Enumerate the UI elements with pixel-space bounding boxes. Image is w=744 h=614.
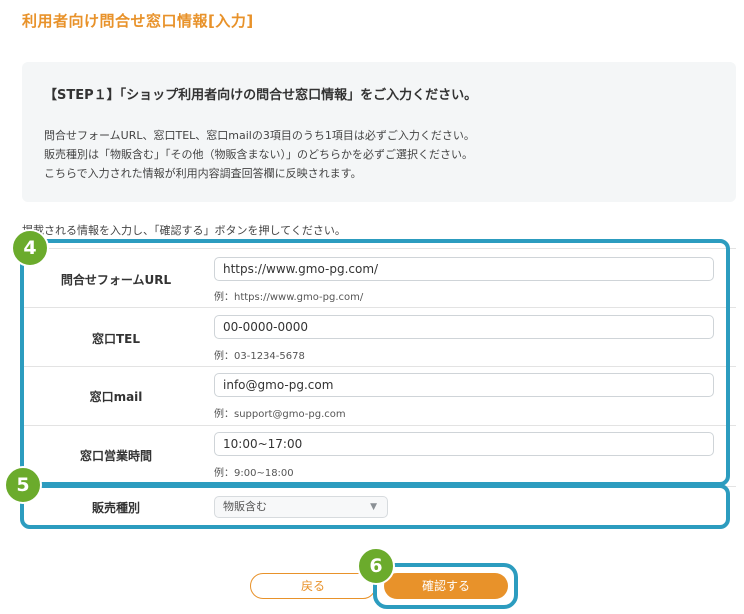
highlight-contact-fields xyxy=(20,239,730,486)
back-button[interactable]: 戻る xyxy=(250,573,376,599)
step-info-panel: 【STEP１】「ショップ利用者向けの問合せ窓口情報」をご入力ください。 問合せフ… xyxy=(22,62,736,202)
info-line: 問合せフォームURL、窓口TEL、窓口mailの3項目のうち1項目は必ずご入力く… xyxy=(44,129,475,142)
step-6-badge: 6 xyxy=(357,547,395,585)
highlight-sales-type xyxy=(20,484,730,529)
info-line: こちらで入力された情報が利用内容調査回答欄に反映されます。 xyxy=(44,167,362,180)
info-line: 販売種別は「物販含む」「その他（物販含まない）」のどちらかを必ずご選択ください。 xyxy=(44,148,473,161)
page-title: 利用者向け問合せ窓口情報[入力] xyxy=(22,12,254,30)
step-heading: 【STEP１】「ショップ利用者向けの問合せ窓口情報」をご入力ください。 xyxy=(44,88,478,103)
step-5-badge: 5 xyxy=(4,466,42,504)
step-4-badge: 4 xyxy=(11,229,49,267)
confirm-button[interactable]: 確認する xyxy=(384,573,508,599)
form-instruction: 掲載される情報を入力し、「確認する」ボタンを押してください。 xyxy=(22,224,346,237)
step-description: 問合せフォームURL、窓口TEL、窓口mailの3項目のうち1項目は必ずご入力く… xyxy=(44,126,475,183)
